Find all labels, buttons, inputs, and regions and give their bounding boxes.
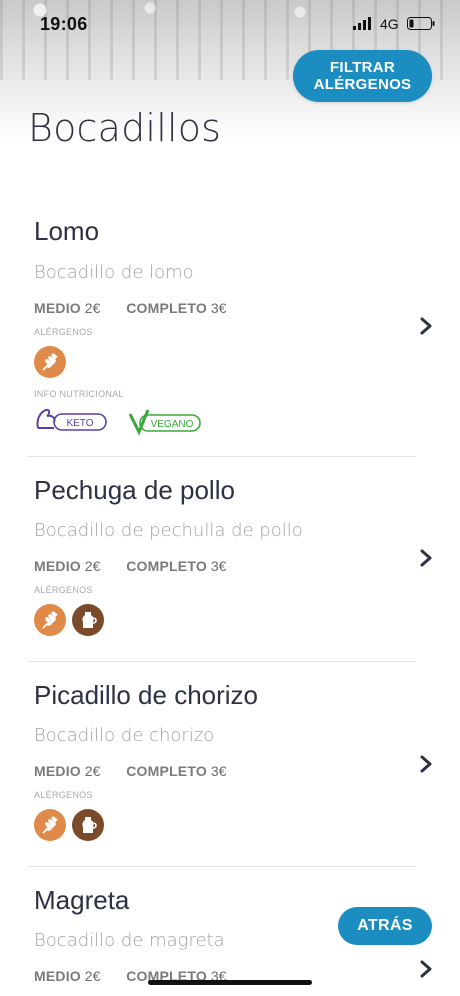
allergens-label: ALÉRGENOS [34, 790, 93, 800]
divider [28, 866, 416, 867]
filter-allergens-line2: ALÉRGENOS [313, 76, 412, 93]
price-value-completo: 3€ [210, 300, 227, 316]
price-value-medio: 2€ [84, 300, 101, 316]
item-name: Magreta [34, 885, 130, 915]
chevron-right-icon[interactable] [418, 317, 434, 335]
price-label-medio: MEDIO [34, 763, 81, 779]
divider [28, 456, 416, 457]
price-label-completo: COMPLETO [126, 558, 207, 574]
price-value-medio: 2€ [84, 763, 101, 779]
divider [28, 661, 416, 662]
lactose-icon [72, 604, 104, 636]
keto-label: KETO [66, 418, 93, 429]
vegan-label: VEGANO [151, 419, 194, 430]
price-row: MEDIO 2€ COMPLETO 3€ [34, 763, 248, 779]
price-value-completo: 3€ [210, 763, 227, 779]
filter-allergens-line1: FILTRAR [329, 59, 396, 76]
vegan-v-icon: VEGANO [128, 409, 201, 436]
item-description: Bocadillo de pechulla de pollo [34, 520, 303, 541]
home-indicator [148, 980, 312, 985]
price-row: MEDIO 2€ COMPLETO 3€ [34, 300, 248, 316]
price-label-medio: MEDIO [34, 558, 81, 574]
item-description: Bocadillo de magreta [34, 930, 225, 951]
gluten-icon [34, 346, 66, 378]
chevron-right-icon[interactable] [418, 755, 434, 773]
allergens-label: ALÉRGENOS [34, 585, 93, 595]
price-label-medio: MEDIO [34, 300, 81, 316]
price-label-completo: COMPLETO [126, 300, 207, 316]
price-label-completo: COMPLETO [126, 763, 207, 779]
allergen-icons [34, 346, 66, 378]
status-time: 19:06 [40, 14, 88, 34]
item-name: Pechuga de pollo [34, 475, 235, 505]
gluten-icon [34, 604, 66, 636]
price-row: MEDIO 2€ COMPLETO 3€ [34, 558, 248, 574]
keto-muscle-icon: KETO [36, 408, 107, 431]
chevron-right-icon[interactable] [418, 549, 434, 567]
network-type: 4G [380, 16, 399, 32]
allergens-label: ALÉRGENOS [34, 327, 93, 337]
nutrition-badges: KETO VEGANO [34, 406, 202, 436]
item-name: Lomo [34, 216, 100, 246]
status-bar: 19:06 4G [0, 0, 460, 50]
gluten-icon [34, 809, 66, 841]
chevron-right-icon[interactable] [418, 960, 434, 978]
item-description: Bocadillo de lomo [34, 262, 194, 283]
price-label-medio: MEDIO [34, 968, 81, 984]
lactose-icon [72, 809, 104, 841]
cellular-signal-icon [353, 17, 371, 30]
price-value-medio: 2€ [84, 968, 101, 984]
allergen-icons [34, 604, 104, 636]
page-title: Bocadillos [28, 106, 222, 150]
allergen-icons [34, 809, 104, 841]
item-name: Picadillo de chorizo [34, 680, 259, 710]
back-button[interactable]: ATRÁS [338, 907, 432, 945]
price-value-medio: 2€ [84, 558, 101, 574]
nutrition-label: INFO NUTRICIONAL [34, 389, 124, 399]
battery-icon [407, 17, 435, 30]
filter-allergens-button[interactable]: FILTRAR ALÉRGENOS [293, 50, 432, 102]
price-value-completo: 3€ [210, 558, 227, 574]
item-description: Bocadillo de chorizo [34, 725, 215, 746]
